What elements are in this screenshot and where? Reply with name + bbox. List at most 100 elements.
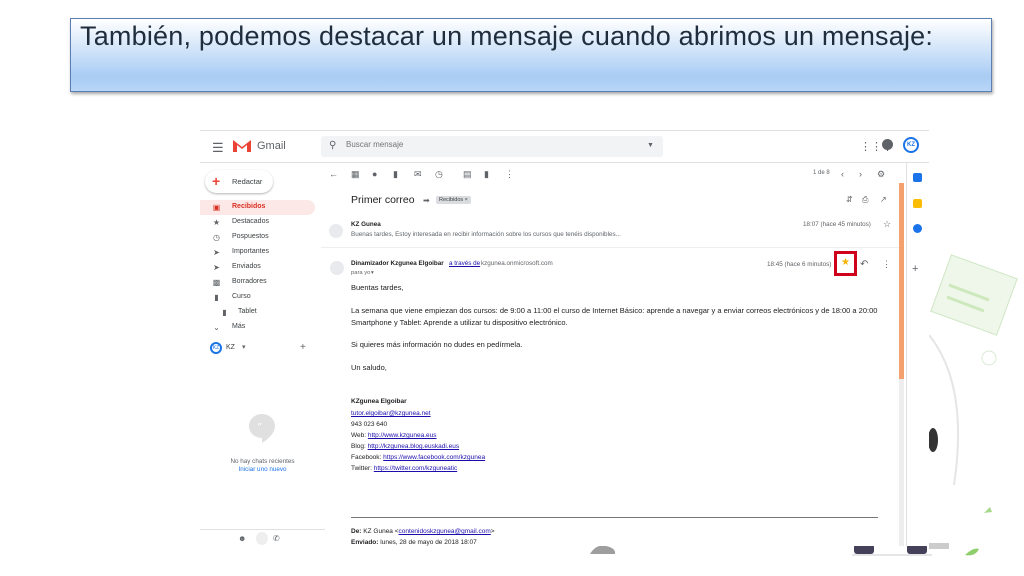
signature-blog-link[interactable]: http://kzgunea.blog.euskadi.eus — [368, 443, 459, 450]
signature-web-link[interactable]: http://www.kzgunea.eus — [368, 432, 437, 439]
star-outline-icon[interactable]: ☆ — [883, 219, 891, 230]
signature-facebook-link[interactable]: https://www.facebook.com/kzgunea — [383, 454, 485, 461]
email-greeting: Buentas tardes, — [351, 283, 404, 292]
print-icon[interactable]: ⎙ — [862, 195, 868, 205]
sidebar-item-mas[interactable]: ⌄ Más — [200, 320, 315, 335]
sidebar-item-recibidos[interactable]: ▣ Recibidos — [200, 200, 315, 215]
sidebar-item-curso[interactable]: ▮ Curso — [200, 290, 315, 305]
archive-icon[interactable]: ▦ — [351, 169, 360, 180]
signature-phone: 943 023 640 — [351, 421, 388, 428]
pagination-count: 1 de 8 — [813, 170, 830, 176]
star-filled-icon[interactable]: ★ — [841, 257, 850, 268]
collapsed-message[interactable]: KZ Gunea Buenas tardes, Estoy interesada… — [321, 216, 899, 248]
slide-title-box: También, podemos destacar un mensaje cua… — [70, 18, 992, 92]
delete-icon[interactable]: ▮ — [393, 169, 398, 180]
add-addon-icon[interactable]: + — [912, 263, 918, 275]
signature-web-label: Web: — [351, 432, 367, 439]
sidebar-item-label: Recibidos — [232, 203, 266, 210]
star-highlight-box[interactable]: ★ — [834, 251, 857, 276]
message-time: 18:07 (hace 45 minutos) — [803, 221, 871, 228]
report-spam-icon[interactable]: ● — [372, 169, 377, 179]
sidebar-item-importantes[interactable]: ➤ Importantes — [200, 245, 315, 260]
sidebar-bottom-bar: ☻ ✆ — [200, 529, 325, 546]
via-link[interactable]: a través de — [449, 260, 480, 267]
add-chat-icon[interactable]: + — [300, 342, 306, 353]
signature-twitter-link[interactable]: https://twitter.com/kzguneatic — [374, 465, 457, 472]
send-icon: ➤ — [213, 263, 220, 272]
inbox-icon: ▣ — [212, 203, 221, 212]
expand-all-icon[interactable]: ⇵ — [846, 195, 853, 204]
recipient-text: para yo — [351, 270, 371, 276]
chevron-down-icon: ⌄ — [213, 323, 220, 332]
sidebar-item-borradores[interactable]: ▩ Borradores — [200, 275, 315, 290]
scrollbar-thumb[interactable] — [899, 183, 904, 379]
email-subject: Primer correo — [351, 194, 415, 206]
older-icon[interactable]: › — [859, 169, 862, 179]
slide: También, podemos destacar un mensaje cua… — [0, 0, 1024, 576]
quoted-from-email-link[interactable]: contenidoskzgunea@gmail.com — [399, 528, 491, 535]
draft-icon: ▩ — [212, 278, 221, 287]
recipient-details-icon[interactable]: ▾ — [371, 270, 374, 276]
tasks-icon[interactable] — [913, 224, 922, 233]
hangouts-user: KZ — [226, 344, 235, 351]
signature-email-link[interactable]: tutor.elgoibar@kzgunea.net — [351, 410, 431, 417]
inbox-label-chip[interactable]: Recibidos × — [436, 196, 471, 204]
move-to-icon[interactable]: ▤ — [463, 169, 472, 180]
more-options-icon[interactable]: ⋮ — [505, 169, 514, 180]
back-icon[interactable]: ← — [329, 169, 338, 179]
quoted-from-name: KZ Gunea < — [363, 528, 399, 535]
notifications-icon[interactable] — [882, 139, 893, 150]
sidebar-item-tablet[interactable]: ▮ Tablet — [200, 305, 315, 320]
search-bar[interactable]: ⚲ ▼ — [321, 136, 663, 157]
svg-text:”: ” — [257, 422, 262, 433]
more-actions-icon[interactable]: ⋮ — [882, 259, 891, 270]
slide-title: También, podemos destacar un mensaje cua… — [80, 21, 934, 51]
newer-icon[interactable]: ‹ — [841, 169, 844, 179]
keep-icon[interactable] — [913, 199, 922, 208]
gmail-logo-icon[interactable] — [232, 139, 252, 153]
phone-icon[interactable]: ✆ — [273, 534, 280, 543]
sidebar-item-pospuestos[interactable]: ◷ Pospuestos — [200, 230, 315, 245]
start-new-chat-link[interactable]: Iniciar uno nuevo — [200, 466, 325, 473]
side-panel: + — [906, 163, 929, 546]
hangouts-caret-icon[interactable]: ▾ — [242, 343, 246, 351]
sidebar-item-destacados[interactable]: ★ Destacados — [200, 215, 315, 230]
gmail-wordmark[interactable]: Gmail — [257, 140, 286, 152]
mark-unread-icon[interactable]: ✉ — [414, 169, 422, 180]
sidebar-item-label: Más — [232, 323, 246, 330]
sidebar-item-label: Importantes — [232, 248, 269, 255]
reply-icon[interactable]: ↶ — [860, 259, 868, 270]
person-icon[interactable]: ☻ — [238, 534, 246, 543]
account-avatar[interactable]: KZ — [903, 137, 919, 153]
label-icon: ▮ — [222, 308, 227, 317]
no-chats-text: No hay chats recientes — [230, 458, 295, 465]
signature-facebook-label: Facebook: — [351, 454, 382, 461]
labels-icon[interactable]: ▮ — [484, 169, 489, 180]
important-icon: ➤ — [213, 248, 220, 257]
quoted-sent-date: lunes, 28 de mayo de 2018 18:07 — [380, 539, 477, 546]
compose-label: Redactar — [232, 177, 263, 186]
hangouts-tab-icon[interactable] — [256, 532, 268, 545]
search-icon[interactable]: ⚲ — [329, 140, 336, 151]
quoted-from-end: > — [490, 528, 495, 535]
signature-name: KZgunea Elgoibar — [351, 398, 407, 405]
menu-icon[interactable]: ☰ — [212, 140, 224, 156]
chat-bubble-icon: ” — [249, 414, 275, 443]
open-new-window-icon[interactable]: ↗ — [880, 195, 887, 204]
search-input[interactable] — [346, 140, 626, 149]
snooze-icon[interactable]: ◷ — [435, 169, 443, 180]
gmail-window: ☰ Gmail ⚲ ▼ ⋮⋮⋮ KZ + Redactar ▣ Recibido… — [200, 130, 929, 546]
settings-gear-icon[interactable]: ⚙ — [877, 169, 885, 180]
compose-button[interactable]: + Redactar — [205, 170, 273, 193]
sidebar-item-label: Curso — [232, 293, 251, 300]
calendar-icon[interactable] — [913, 173, 922, 182]
signature-blog-row: Blog: http://kzgunea.blog.euskadi.eus — [351, 443, 459, 450]
quoted-sent-row: Enviado: lunes, 28 de mayo de 2018 18:07 — [351, 539, 477, 546]
avatar — [329, 224, 343, 238]
sidebar-item-enviados[interactable]: ➤ Enviados — [200, 260, 315, 275]
email-closing: Un saludo, — [351, 363, 387, 372]
search-options-icon[interactable]: ▼ — [647, 142, 654, 149]
important-marker-icon[interactable]: ➡ — [423, 196, 430, 205]
quoted-sent-label: Enviado: — [351, 539, 379, 546]
via-domain: kzgunea.onmicrosoft.com — [481, 260, 553, 267]
